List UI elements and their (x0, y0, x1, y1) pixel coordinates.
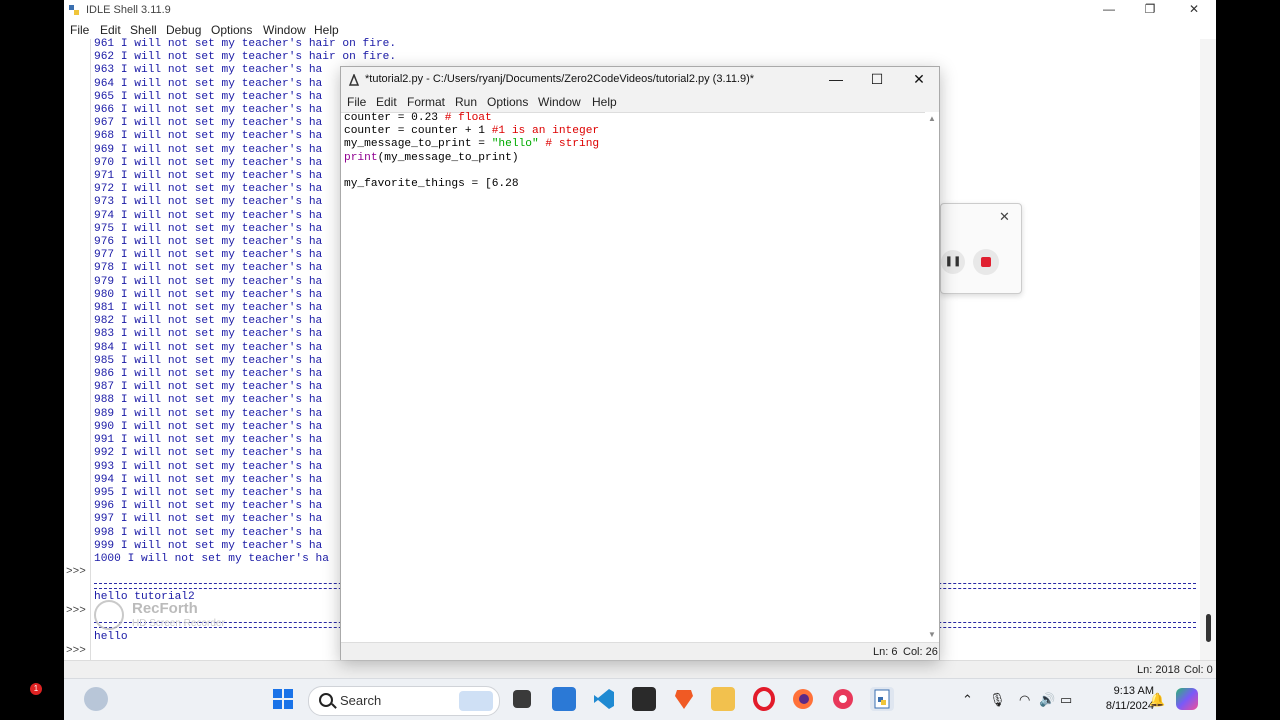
taskbar-search[interactable]: Search (308, 686, 500, 716)
shell-menu-help[interactable]: Help (314, 23, 339, 37)
shell-titlebar[interactable]: IDLE Shell 3.11.9 — ❐ ✕ (64, 0, 1216, 21)
file-explorer-icon[interactable] (711, 687, 735, 711)
shell-status-col: Col: 0 (1184, 664, 1213, 676)
shell-status-line: Ln: 2018 (1137, 664, 1180, 676)
editor-menu-edit[interactable]: Edit (376, 95, 397, 109)
python-file-icon (348, 74, 360, 86)
stop-icon (981, 257, 991, 267)
shell-output-line: 961 I will not set my teacher's hair on … (94, 38, 397, 50)
editor-menu-help[interactable]: Help (592, 95, 617, 109)
firefox-icon[interactable] (791, 687, 815, 711)
shell-menubar: File Edit Shell Debug Options Window Hel… (64, 21, 1216, 39)
desktop: IDLE Shell 3.11.9 — ❐ ✕ File Edit Shell … (64, 0, 1216, 720)
volume-icon[interactable]: 🔊 (1039, 692, 1055, 708)
shell-menu-shell[interactable]: Shell (130, 23, 157, 37)
stop-record-button[interactable] (973, 249, 999, 275)
editor-scrollbar[interactable]: ▲ ▼ (925, 112, 939, 642)
python-icon (69, 5, 79, 15)
shell-menu-edit[interactable]: Edit (100, 23, 121, 37)
code-editor[interactable]: counter = 0.23 # float counter = counter … (344, 112, 922, 642)
search-icon (319, 693, 333, 707)
shell-output-line: hello (94, 631, 128, 643)
code-line: counter = 0.23 # float (344, 112, 492, 124)
recorder-icon[interactable] (831, 687, 855, 711)
chevron-up-icon[interactable]: ⌃ (962, 692, 973, 708)
watermark-logo (94, 600, 124, 630)
shell-scrollbar[interactable] (1200, 39, 1216, 660)
search-highlight-icon (459, 691, 493, 711)
vscode-icon[interactable] (592, 687, 616, 711)
clock-date[interactable]: 8/11/2024 (1088, 700, 1154, 712)
editor-titlebar[interactable]: *tutorial2.py - C:/Users/ryanj/Documents… (341, 67, 939, 93)
editor-status-line: Ln: 6 (873, 646, 898, 658)
shell-title: IDLE Shell 3.11.9 (86, 4, 171, 16)
editor-menu-format[interactable]: Format (407, 95, 445, 109)
scroll-down-icon[interactable]: ▼ (928, 630, 936, 639)
shell-menu-window[interactable]: Window (263, 23, 306, 37)
weather-icon[interactable] (84, 687, 108, 711)
minimize-icon[interactable]: — (826, 71, 846, 87)
shell-prompt: >>> (66, 566, 86, 578)
shell-output-line: 962 I will not set my teacher's hair on … (94, 51, 397, 64)
pause-button[interactable]: ❚❚ (941, 250, 965, 274)
editor-window: *tutorial2.py - C:/Users/ryanj/Documents… (340, 66, 940, 660)
editor-statusbar: Ln: 6 Col: 26 (341, 642, 939, 660)
shell-statusbar: Ln: 2018 Col: 0 (64, 660, 1216, 679)
idle-icon[interactable] (870, 687, 894, 711)
start-icon[interactable] (271, 687, 295, 711)
scroll-up-icon[interactable]: ▲ (928, 114, 936, 123)
shell-menu-debug[interactable]: Debug (166, 23, 201, 37)
code-line: print(my_message_to_print) (344, 151, 519, 164)
microphone-icon[interactable]: 🎙 (989, 692, 1006, 708)
taskbar: Search ⌃ 🎙 ◠ 🔊 ▭ 9:13 AM 8/11/2024 🔔 (64, 678, 1216, 720)
shell-menu-options[interactable]: Options (211, 23, 252, 37)
notification-bell-icon[interactable]: 🔔 (1149, 692, 1165, 708)
terminal-icon[interactable] (632, 687, 656, 711)
close-icon[interactable]: ✕ (999, 209, 1010, 225)
maximize-icon[interactable]: ☐ (867, 71, 887, 88)
shell-scrollbar-thumb[interactable] (1206, 614, 1211, 642)
editor-menu-window[interactable]: Window (538, 95, 581, 109)
task-view-icon[interactable] (513, 690, 531, 708)
close-icon[interactable]: ✕ (1184, 2, 1204, 16)
notification-badge: 1 (30, 683, 42, 695)
editor-menubar: File Edit Format Run Options Window Help (341, 93, 939, 113)
editor-menu-file[interactable]: File (347, 95, 366, 109)
shell-menu-file[interactable]: File (70, 23, 89, 37)
recorder-widget: ✕ ❚❚ (940, 203, 1022, 294)
editor-title: *tutorial2.py - C:/Users/ryanj/Documents… (365, 73, 755, 85)
watermark-subtitle: HD Screen Recorder (132, 618, 225, 629)
battery-icon[interactable]: ▭ (1060, 692, 1072, 708)
editor-status-col: Col: 26 (903, 646, 938, 658)
wifi-icon[interactable]: ◠ (1019, 692, 1030, 708)
editor-menu-options[interactable]: Options (487, 95, 528, 109)
code-line: my_message_to_print = "hello" # string (344, 138, 600, 151)
code-line: counter = counter + 1 #1 is an integer (344, 125, 600, 138)
watermark-brand: RecForth (132, 600, 198, 617)
close-icon[interactable]: ✕ (909, 71, 929, 88)
shell-prompt-gutter: >>> >>> >>> (64, 39, 91, 660)
brave-icon[interactable] (672, 687, 696, 711)
shell-prompt: >>> (66, 605, 86, 617)
code-line: my_favorite_things = [6.28 (344, 178, 519, 191)
restore-icon[interactable]: ❐ (1140, 2, 1160, 16)
copilot-icon[interactable] (1176, 688, 1198, 710)
search-label: Search (340, 693, 382, 708)
minimize-icon[interactable]: — (1099, 2, 1119, 16)
shell-prompt: >>> (66, 645, 86, 657)
editor-menu-run[interactable]: Run (455, 95, 477, 109)
clock-time[interactable]: 9:13 AM (1098, 685, 1154, 697)
opera-icon[interactable] (752, 687, 776, 711)
store-icon[interactable] (552, 687, 576, 711)
